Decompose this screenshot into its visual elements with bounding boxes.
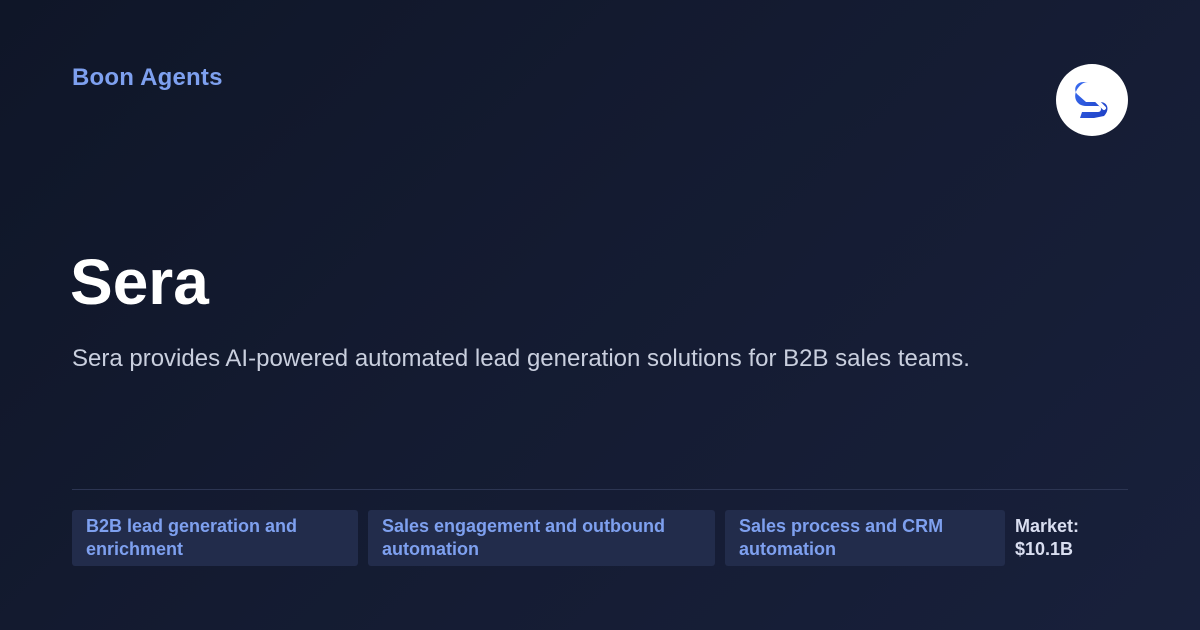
market-label: Market: (1015, 516, 1080, 536)
brand-name: Boon Agents (72, 64, 223, 91)
sera-logo-icon (1056, 64, 1128, 136)
tag-b2b-lead-generation: B2B lead generation and enrichment (72, 510, 358, 566)
s-logo-icon (1075, 82, 1108, 118)
divider (72, 489, 1128, 490)
tag-sales-process-crm: Sales process and CRM automation (725, 510, 1005, 566)
market-value: $10.1B (1015, 539, 1074, 559)
tag-sales-engagement: Sales engagement and outbound automation (368, 510, 715, 566)
tag-list: B2B lead generation and enrichment Sales… (72, 510, 1125, 566)
market-size: Market: $10.1B (1015, 510, 1125, 566)
company-description: Sera provides AI-powered automated lead … (72, 345, 970, 372)
company-name: Sera (70, 246, 209, 318)
